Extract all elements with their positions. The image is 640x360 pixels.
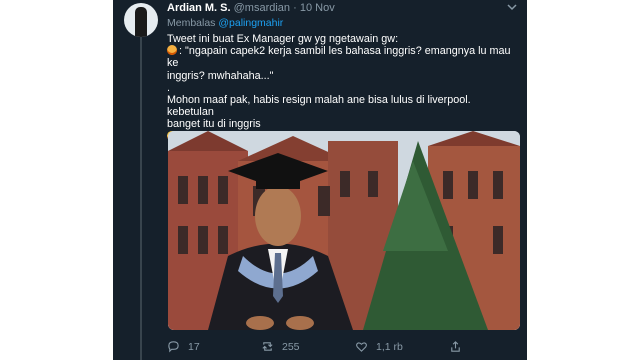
like-count: 1,1 rb [376, 340, 403, 353]
reply-handle-link[interactable]: @palingmahir [218, 17, 283, 29]
tweet-header: Ardian M. S. @msardian · 10 Nov [167, 2, 335, 14]
avatar[interactable] [124, 3, 158, 37]
heart-icon [356, 342, 367, 352]
tweet-line: banget itu di inggris [167, 118, 261, 131]
handle[interactable]: @msardian [234, 2, 290, 14]
reply-prefix: Membalas [167, 17, 216, 29]
retweet-icon [262, 342, 273, 351]
reply-context: Membalas @palingmahir [167, 17, 283, 29]
tweet-actions: 17 255 1,1 rb [167, 340, 507, 358]
separator: · [293, 2, 297, 14]
tweet-photo[interactable] [168, 131, 520, 330]
thread-line [140, 34, 142, 360]
display-name[interactable]: Ardian M. S. [167, 2, 231, 14]
retweet-count: 255 [282, 340, 300, 353]
share-button[interactable] [449, 340, 462, 353]
tweet-line: Tweet ini buat Ex Manager gw yg ngetawai… [167, 33, 399, 45]
tweet-body: Tweet ini buat Ex Manager gw yg ngetawai… [165, 33, 517, 143]
like-button[interactable]: 1,1 rb [355, 340, 403, 353]
tweet-line: Mohon maaf pak, habis resign malah ane b… [167, 94, 471, 119]
angry-face-emoji-icon [167, 45, 177, 56]
page-margin-left [0, 0, 113, 360]
tweet-line-text: : "ngapain capek2 kerja sambil les bahas… [167, 45, 511, 70]
tweet-card[interactable]: Ardian M. S. @msardian · 10 Nov Membalas… [113, 0, 527, 360]
reply-button[interactable]: 17 [167, 340, 200, 353]
graduation-photo-illustration [168, 131, 520, 330]
tweet-line: : "ngapain capek2 kerja sambil les bahas… [167, 45, 517, 69]
reply-icon [168, 341, 179, 353]
tweet-line: inggris? mwhahaha..." [167, 69, 274, 82]
page-margin-right [527, 0, 640, 360]
retweet-button[interactable]: 255 [261, 340, 300, 353]
chevron-down-icon[interactable] [507, 2, 517, 15]
reply-count: 17 [188, 340, 200, 353]
timestamp[interactable]: 10 Nov [300, 2, 335, 14]
share-icon [451, 341, 460, 352]
tweet-line: . [167, 81, 170, 94]
avatar-figure [135, 7, 147, 37]
